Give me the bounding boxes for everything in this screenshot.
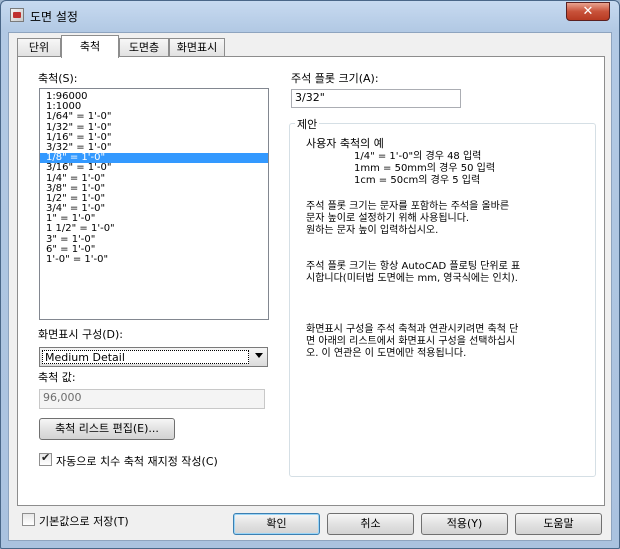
scale-list-item[interactable]: 3/16" = 1'-0"	[40, 163, 268, 173]
display-config-value: Medium Detail	[42, 350, 249, 364]
scale-label: 축척(S):	[38, 72, 78, 85]
drawing-setup-dialog: 도면 설정 ✕ 단위 축척 도면층 화면표시 축척(S): 1:96000 1:1…	[0, 0, 620, 549]
edit-scale-list-button[interactable]: 축척 리스트 편집(E)...	[39, 418, 175, 440]
display-config-select[interactable]: Medium Detail	[39, 347, 268, 367]
hint-text: 시합니다(미터법 도면에는 mm, 영국식에는 인치).	[306, 273, 518, 284]
scale-value-field[interactable]: 96,000	[39, 389, 265, 409]
auto-dimscale-label[interactable]: 자동으로 치수 축척 재지정 작성(C)	[56, 453, 218, 469]
cancel-button[interactable]: 취소	[327, 513, 414, 535]
auto-dimscale-checkbox[interactable]: ✔	[39, 451, 52, 466]
app-icon	[10, 8, 24, 22]
example-line: 1/4" = 1'-0"의 경우 48 입력	[354, 151, 482, 162]
scale-tab-panel: 축척(S): 1:96000 1:1000 1/64" = 1'-0" 1/32" =…	[17, 56, 605, 506]
save-default-label[interactable]: 기본값으로 저장(T)	[39, 513, 129, 529]
hint-text: 문자 높이로 설정하기 위해 사용됩니다.	[306, 213, 470, 224]
title-bar[interactable]: 도면 설정 ✕	[1, 1, 619, 31]
close-button[interactable]: ✕	[566, 2, 610, 21]
hint-text: 주석 플롯 크기는 문자를 포함하는 주석을 올바른	[306, 201, 510, 212]
help-button[interactable]: 도움말	[515, 513, 602, 535]
hint-text: 주석 플롯 크기는 항상 AutoCAD 플로팅 단위로 표	[306, 261, 521, 272]
suggestion-title: 제안	[295, 116, 320, 132]
tab-display[interactable]: 화면표시	[169, 38, 225, 57]
hint-text: 화면표시 구성을 주석 축척과 연관시키려면 축척 단	[306, 324, 519, 335]
tab-units[interactable]: 단위	[17, 38, 61, 57]
dialog-client: 단위 축척 도면층 화면표시 축척(S): 1:96000 1:1000 1/64"…	[8, 32, 612, 541]
window-title: 도면 설정	[30, 10, 78, 24]
scale-list-item[interactable]: 1'-0" = 1'-0"	[40, 254, 268, 265]
checkmark-icon: ✔	[41, 451, 51, 464]
scale-value-label: 축척 값:	[38, 371, 76, 384]
example-line: 1mm = 50mm의 경우 50 입력	[354, 163, 496, 174]
annotation-plot-size-label: 주석 플롯 크기(A):	[291, 72, 379, 85]
example-line: 1cm = 50cm의 경우 5 입력	[354, 175, 481, 186]
tab-layers[interactable]: 도면층	[119, 38, 169, 57]
ok-button[interactable]: 확인	[233, 513, 320, 535]
display-config-label: 화면표시 구성(D):	[38, 328, 123, 341]
chevron-down-icon[interactable]	[255, 353, 263, 358]
apply-button[interactable]: 적용(Y)	[421, 513, 508, 535]
tab-scale[interactable]: 축척	[61, 35, 119, 58]
example-heading: 사용자 축척의 예	[306, 137, 384, 150]
scale-list[interactable]: 1:96000 1:1000 1/64" = 1'-0" 1/32" = 1'-0" 1…	[39, 88, 269, 320]
hint-text: 원하는 문자 높이 입력하십시오.	[306, 225, 439, 236]
hint-text: 오. 이 연관은 이 도면에만 적용됩니다.	[306, 348, 467, 359]
annotation-plot-size-field[interactable]: 3/32"	[291, 89, 461, 108]
hint-text: 면 아래의 리스트에서 화면표시 구성을 선택하십시	[306, 336, 516, 347]
save-default-checkbox[interactable]	[22, 513, 35, 526]
